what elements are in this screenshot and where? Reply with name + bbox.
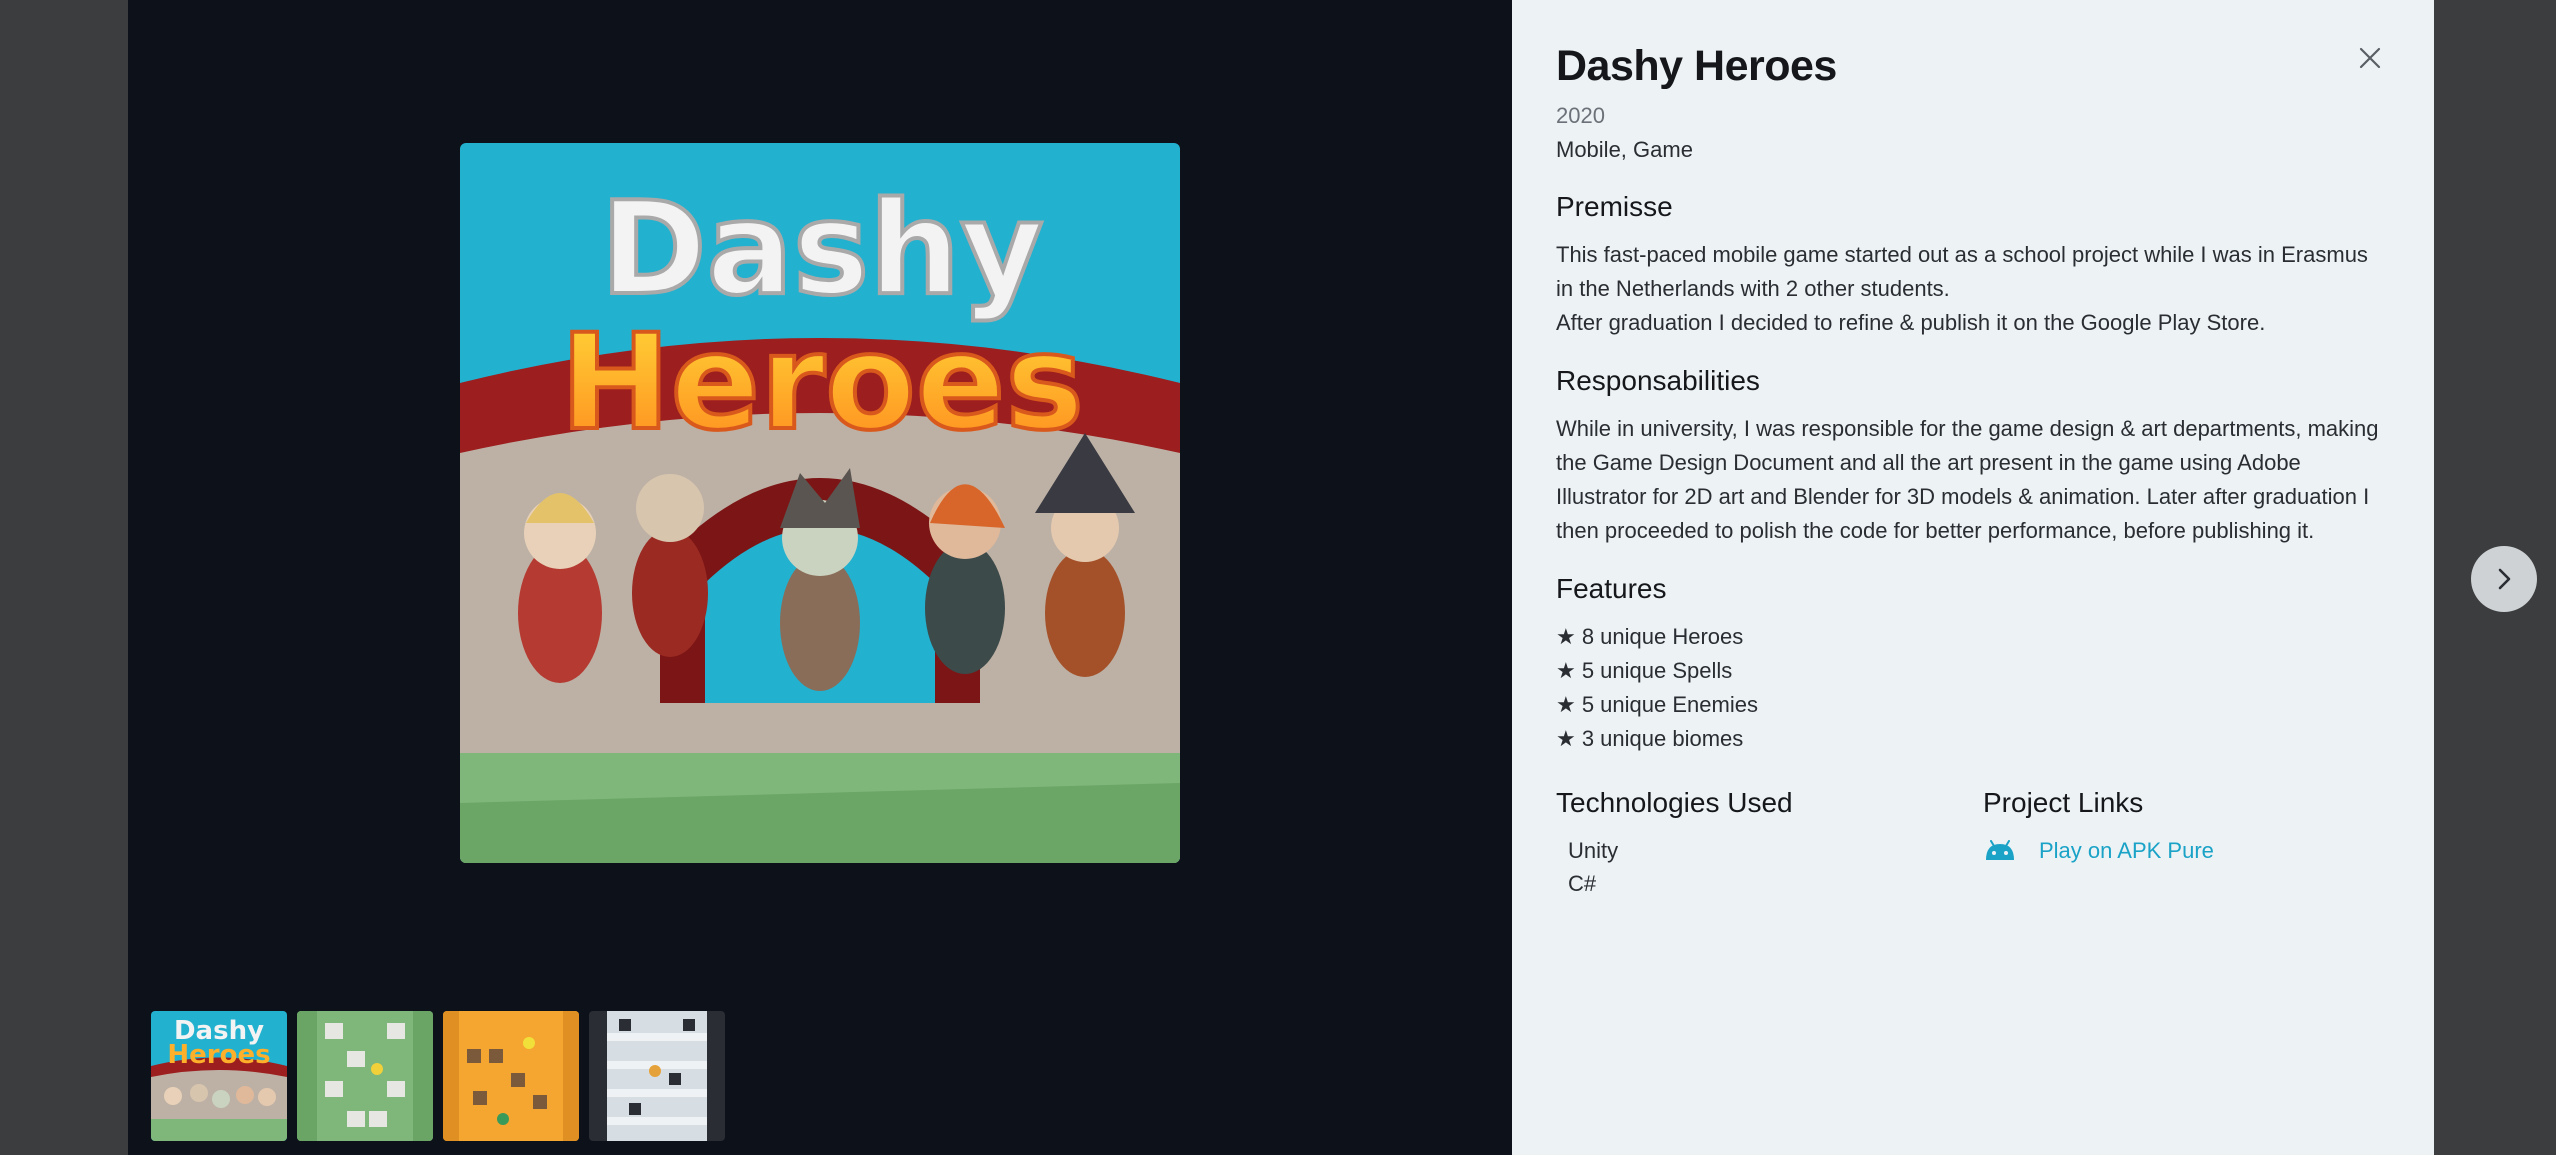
features-list: ★ 8 unique Heroes ★ 5 unique Spells ★ 5 … xyxy=(1556,620,2390,756)
premise-heading: Premisse xyxy=(1556,191,1673,222)
project-categories: Mobile, Game xyxy=(1556,137,1693,162)
technology-item: Unity xyxy=(1568,838,1619,863)
thumbnail-snow-level-icon xyxy=(589,1011,725,1141)
next-project-button[interactable] xyxy=(2471,546,2537,612)
links-column: Project Links Play on APK Pure xyxy=(1983,786,2214,900)
image-gallery: Dashy Heroes Dashy Heroes xyxy=(128,0,1512,1155)
apk-pure-link[interactable]: Play on APK Pure xyxy=(2039,834,2214,867)
features-heading: Features xyxy=(1556,573,1667,604)
thumbnail-3[interactable] xyxy=(443,1011,579,1141)
thumbnail-desert-level-icon xyxy=(443,1011,579,1141)
android-icon xyxy=(1986,839,2014,860)
project-modal: Dashy Heroes Dashy Heroes Dashy Heroes 2… xyxy=(128,0,2434,1155)
links-heading: Project Links xyxy=(1983,787,2144,818)
chevron-right-icon xyxy=(2498,568,2511,590)
feature-item: ★ 8 unique Heroes xyxy=(1556,624,1744,649)
project-year: 2020 xyxy=(1556,103,1605,128)
responsibilities-text: While in university, I was responsible f… xyxy=(1556,416,2379,543)
thumbnail-key-art-icon: Dashy Heroes xyxy=(151,1011,287,1141)
apk-pure-link-row[interactable]: Play on APK Pure xyxy=(1983,834,2214,867)
feature-item: ★ 3 unique biomes xyxy=(1556,726,1744,751)
key-art-image: Dashy Heroes xyxy=(460,143,1180,863)
close-button[interactable] xyxy=(2352,40,2388,76)
logo-dashy: Dashy xyxy=(600,175,1043,324)
thumbnail-4[interactable] xyxy=(589,1011,725,1141)
feature-item: ★ 5 unique Enemies xyxy=(1556,692,1758,717)
responsibilities-heading: Responsabilities xyxy=(1556,365,1760,396)
technologies-heading: Technologies Used xyxy=(1556,787,1793,818)
thumbnail-1[interactable]: Dashy Heroes xyxy=(151,1011,287,1141)
thumbnail-strip: Dashy Heroes xyxy=(151,1011,725,1141)
bottom-columns: Technologies Used Unity C# Project Links xyxy=(1556,786,2390,900)
close-icon xyxy=(2359,47,2381,69)
technologies-list: Unity C# xyxy=(1556,834,1983,900)
project-details-panel: Dashy Heroes 2020 Mobile, Game Premisse … xyxy=(1512,0,2434,1155)
backdrop-left[interactable] xyxy=(0,0,128,1155)
technologies-column: Technologies Used Unity C# xyxy=(1556,786,1983,900)
thumbnail-grass-level-icon xyxy=(297,1011,433,1141)
project-title: Dashy Heroes xyxy=(1556,42,1837,90)
premise-paragraph-2: After graduation I decided to refine & p… xyxy=(1556,310,2266,335)
thumbnail-2[interactable] xyxy=(297,1011,433,1141)
logo-heroes: Heroes xyxy=(560,306,1084,460)
thumb-logo-heroes: Heroes xyxy=(167,1040,270,1070)
feature-item: ★ 5 unique Spells xyxy=(1556,658,1733,683)
technology-item: C# xyxy=(1568,871,1597,896)
main-image: Dashy Heroes xyxy=(460,143,1180,863)
premise-text: This fast-paced mobile game started out … xyxy=(1556,238,2390,340)
premise-paragraph-1: This fast-paced mobile game started out … xyxy=(1556,242,2368,301)
